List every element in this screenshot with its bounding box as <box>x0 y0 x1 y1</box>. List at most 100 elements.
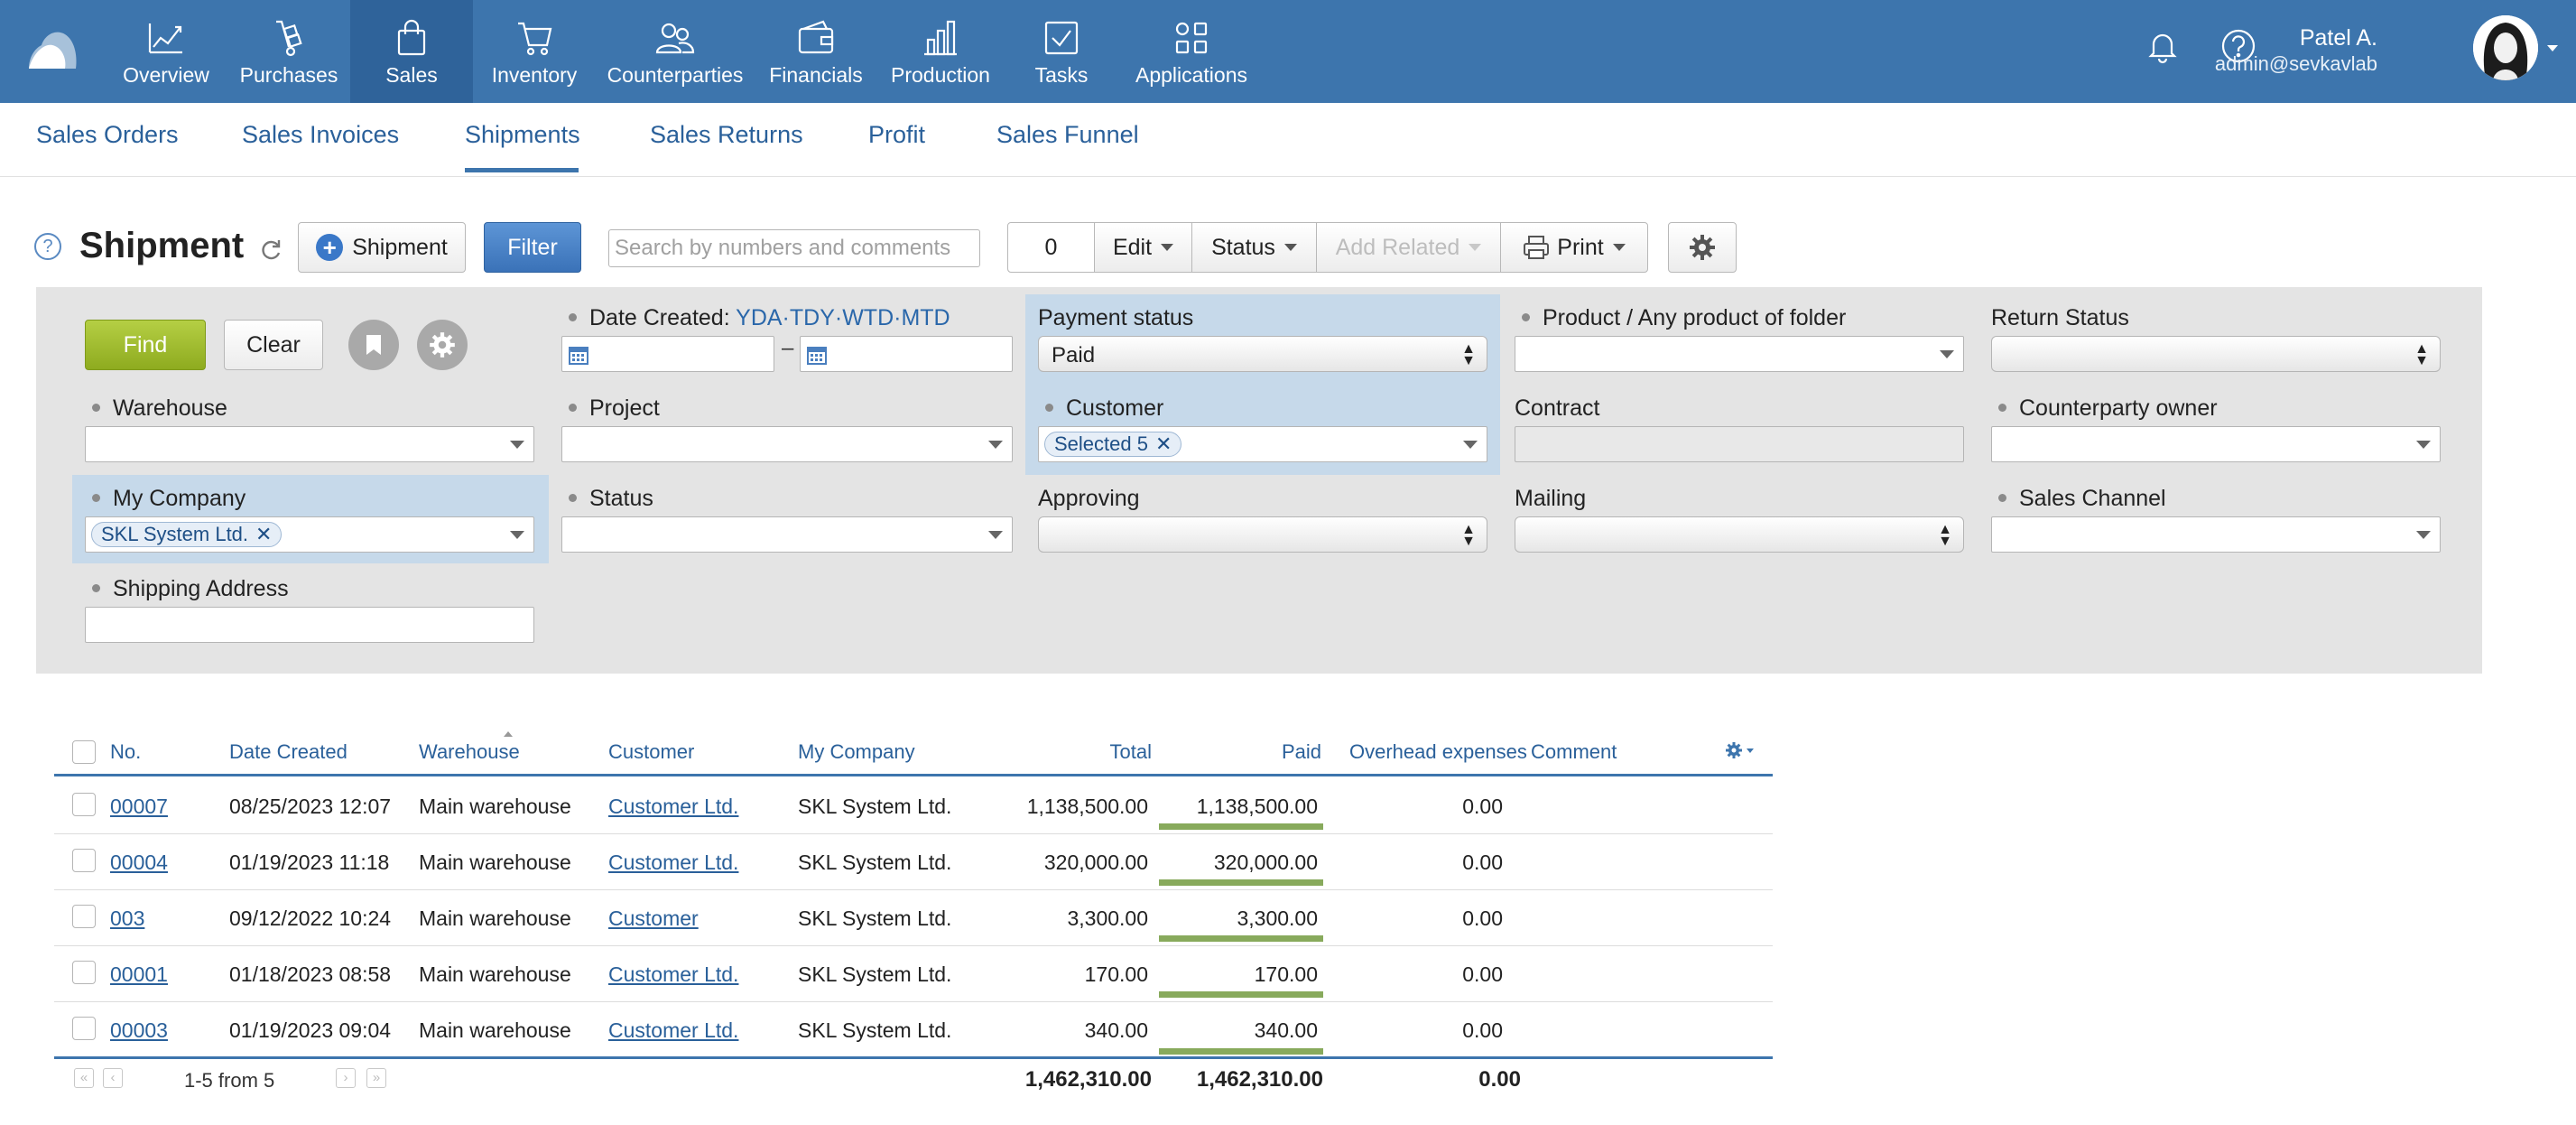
bookmark-button[interactable] <box>348 320 399 370</box>
edit-dropdown-button[interactable]: Edit <box>1095 223 1192 272</box>
settings-button[interactable] <box>1668 222 1737 273</box>
my-company-select[interactable]: SKL System Ltd. ✕ <box>85 516 534 553</box>
page-help-icon[interactable]: ? <box>34 233 61 260</box>
nav-inventory[interactable]: Inventory <box>482 0 587 103</box>
user-menu-caret-icon[interactable] <box>2547 45 2558 51</box>
calendar-icon[interactable] <box>568 344 589 366</box>
product-select[interactable] <box>1515 336 1964 372</box>
clear-button[interactable]: Clear <box>224 320 323 370</box>
column-header-total[interactable]: Total <box>993 740 1152 764</box>
tab-sales-orders[interactable]: Sales Orders <box>36 121 179 149</box>
status-select[interactable] <box>561 516 1013 553</box>
row-checkbox[interactable] <box>72 793 96 816</box>
column-header-paid[interactable]: Paid <box>1159 740 1321 764</box>
nav-overview[interactable]: Overview <box>116 0 217 103</box>
shipment-number-link[interactable]: 00004 <box>110 851 168 875</box>
row-checkbox[interactable] <box>72 849 96 872</box>
my-company-chip[interactable]: SKL System Ltd. ✕ <box>91 522 283 547</box>
table-row[interactable]: 00007 08/25/2023 12:07 Main warehouse Cu… <box>54 778 1773 834</box>
user-email[interactable]: admin@sevkavlab <box>2215 52 2377 76</box>
payment-status-select[interactable]: Paid ▲ ▼ <box>1038 336 1487 372</box>
customer-link[interactable]: Customer Ltd. <box>608 851 738 875</box>
date-shortcut-wtd[interactable]: WTD <box>842 305 894 330</box>
warehouse-cell: Main warehouse <box>419 1018 571 1042</box>
row-checkbox[interactable] <box>72 905 96 928</box>
remove-chip-icon[interactable]: ✕ <box>255 523 272 545</box>
warehouse-select[interactable] <box>85 426 534 462</box>
top-navigation-bar: Overview Purchases Sales Inventory Count… <box>0 0 2576 103</box>
pager-first-button[interactable]: « <box>74 1068 94 1088</box>
search-input[interactable] <box>608 229 980 267</box>
shipment-number-link[interactable]: 003 <box>110 907 144 931</box>
table-row[interactable]: 00003 01/19/2023 09:04 Main warehouse Cu… <box>54 1002 1773 1058</box>
filter-settings-button[interactable] <box>417 320 468 370</box>
remove-chip-icon[interactable]: ✕ <box>1155 432 1172 455</box>
user-name[interactable]: Patel A. <box>2300 25 2377 51</box>
add-shipment-button[interactable]: + Shipment <box>298 222 466 273</box>
bell-icon[interactable] <box>2145 28 2181 64</box>
row-checkbox[interactable] <box>72 1017 96 1040</box>
nav-financials[interactable]: Financials <box>764 0 868 103</box>
tab-sales-invoices[interactable]: Sales Invoices <box>242 121 399 149</box>
shipment-number-link[interactable]: 00007 <box>110 795 168 819</box>
customer-link[interactable]: Customer <box>608 907 699 931</box>
date-shortcut-yda[interactable]: YDA <box>736 305 782 330</box>
nav-production[interactable]: Production <box>885 0 996 103</box>
column-header-overhead-expenses[interactable]: Overhead expenses <box>1349 740 1527 764</box>
counterparty-owner-select[interactable] <box>1991 426 2441 462</box>
column-header-no[interactable]: No. <box>110 740 141 764</box>
customer-link[interactable]: Customer Ltd. <box>608 962 738 987</box>
column-header-warehouse[interactable]: Warehouse <box>419 740 520 764</box>
tab-sales-funnel[interactable]: Sales Funnel <box>996 121 1139 149</box>
avatar[interactable] <box>2473 15 2538 80</box>
row-checkbox[interactable] <box>72 961 96 984</box>
find-button[interactable]: Find <box>85 320 206 370</box>
nav-sales[interactable]: Sales <box>350 0 473 103</box>
column-header-my-company[interactable]: My Company <box>798 740 915 764</box>
nav-applications[interactable]: Applications <box>1128 0 1255 103</box>
tab-profit[interactable]: Profit <box>868 121 925 149</box>
shipment-number-link[interactable]: 00001 <box>110 962 168 987</box>
tab-shipments[interactable]: Shipments <box>465 121 580 149</box>
customer-selected-chip[interactable]: Selected 5 ✕ <box>1044 432 1182 457</box>
nav-counterparties[interactable]: Counterparties <box>599 0 751 103</box>
project-select[interactable] <box>561 426 1013 462</box>
return-status-select[interactable]: ▲ ▼ <box>1991 336 2441 372</box>
add-related-dropdown-button[interactable]: Add Related <box>1317 223 1501 272</box>
sales-channel-select[interactable] <box>1991 516 2441 553</box>
date-from-input[interactable] <box>561 336 774 372</box>
sort-ascending-icon <box>504 731 513 737</box>
nav-purchases[interactable]: Purchases <box>233 0 345 103</box>
column-header-customer[interactable]: Customer <box>608 740 694 764</box>
calendar-icon[interactable] <box>806 344 828 366</box>
refresh-icon[interactable] <box>258 237 283 262</box>
pager-next-button[interactable]: › <box>336 1068 356 1088</box>
date-shortcut-tdy[interactable]: TDY <box>790 305 835 330</box>
shipment-number-link[interactable]: 00003 <box>110 1018 168 1043</box>
table-row[interactable]: 003 09/12/2022 10:24 Main warehouse Cust… <box>54 890 1773 946</box>
column-header-date-created[interactable]: Date Created <box>229 740 347 764</box>
column-header-comment[interactable]: Comment <box>1531 740 1617 764</box>
date-shortcut-mtd[interactable]: MTD <box>901 305 950 330</box>
my-company-cell: SKL System Ltd. <box>798 962 952 986</box>
date-to-input[interactable] <box>800 336 1013 372</box>
filter-toggle-button[interactable]: Filter <box>484 222 581 273</box>
table-row[interactable]: 00004 01/19/2023 11:18 Main warehouse Cu… <box>54 834 1773 890</box>
customer-link[interactable]: Customer Ltd. <box>608 795 738 819</box>
nav-tasks[interactable]: Tasks <box>1015 0 1108 103</box>
table-row[interactable]: 00001 01/18/2023 08:58 Main warehouse Cu… <box>54 946 1773 1002</box>
pager-last-button[interactable]: » <box>366 1068 386 1088</box>
mailing-select[interactable]: ▲ ▼ <box>1515 516 1964 553</box>
status-dropdown-button[interactable]: Status <box>1192 223 1317 272</box>
column-settings-gear-icon[interactable] <box>1724 740 1756 760</box>
contract-input[interactable] <box>1515 426 1964 462</box>
print-dropdown-button[interactable]: Print <box>1501 223 1647 272</box>
pager-prev-button[interactable]: ‹ <box>103 1068 123 1088</box>
customer-select[interactable]: Selected 5 ✕ <box>1038 426 1487 462</box>
app-logo-icon[interactable] <box>25 27 79 72</box>
customer-link[interactable]: Customer Ltd. <box>608 1018 738 1043</box>
select-all-checkbox[interactable] <box>72 740 96 764</box>
approving-select[interactable]: ▲ ▼ <box>1038 516 1487 553</box>
tab-sales-returns[interactable]: Sales Returns <box>650 121 803 149</box>
shipping-address-input[interactable] <box>85 607 534 643</box>
